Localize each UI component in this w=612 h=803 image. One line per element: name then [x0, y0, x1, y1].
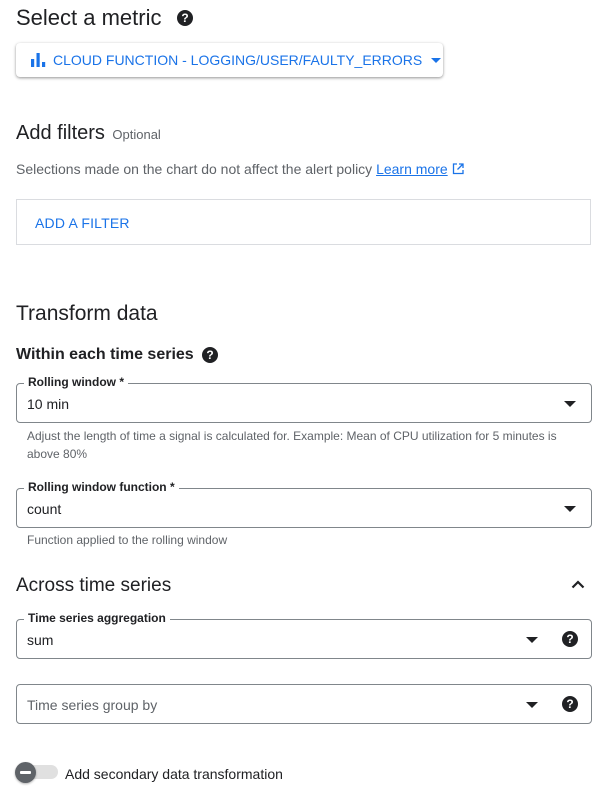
- group-by-placeholder: Time series group by: [27, 697, 158, 713]
- dropdown-arrow-icon: [564, 401, 576, 407]
- bar-chart-icon: [31, 53, 46, 67]
- chevron-down-icon: [431, 57, 442, 63]
- group-by-select[interactable]: Time series group by ?: [16, 684, 592, 724]
- chevron-up-icon[interactable]: [571, 580, 585, 589]
- dropdown-arrow-icon: [526, 637, 538, 643]
- rolling-window-label: Rolling window *: [24, 375, 128, 389]
- external-link-icon: [452, 163, 464, 175]
- within-series-title: Within each time series: [16, 346, 194, 363]
- filter-container: ADD A FILTER: [16, 199, 591, 245]
- rolling-function-value: count: [27, 501, 62, 517]
- rolling-window-value: 10 min: [27, 396, 70, 412]
- filters-description-text: Selections made on the chart do not affe…: [16, 161, 373, 177]
- help-icon[interactable]: ?: [177, 10, 193, 26]
- learn-more-link[interactable]: Learn more: [376, 161, 448, 177]
- metric-section-title: Select a metric: [16, 5, 162, 30]
- secondary-transform-label: Add secondary data transformation: [65, 766, 283, 782]
- secondary-transform-toggle[interactable]: [15, 762, 36, 783]
- select-metric-button[interactable]: CLOUD FUNCTION - LOGGING/USER/FAULTY_ERR…: [16, 43, 443, 77]
- dropdown-arrow-icon: [526, 702, 538, 708]
- rolling-function-label: Rolling window function *: [24, 480, 179, 494]
- filters-description: Selections made on the chart do not affe…: [16, 161, 464, 177]
- rolling-function-hint: Function applied to the rolling window: [27, 533, 228, 547]
- rolling-function-select[interactable]: Rolling window function * count: [16, 480, 592, 528]
- help-icon[interactable]: ?: [562, 631, 578, 647]
- rolling-window-select[interactable]: Rolling window * 10 min: [16, 375, 592, 423]
- aggregation-value: sum: [27, 632, 54, 648]
- across-series-title: Across time series: [16, 575, 172, 596]
- filters-heading: Add filters Optional: [16, 122, 161, 145]
- aggregation-label: Time series aggregation: [24, 611, 170, 625]
- add-filter-button[interactable]: ADD A FILTER: [35, 215, 130, 231]
- selected-metric-label: CLOUD FUNCTION - LOGGING/USER/FAULTY_ERR…: [53, 52, 423, 68]
- transform-section-title: Transform data: [16, 302, 158, 325]
- dropdown-arrow-icon: [564, 506, 576, 512]
- optional-label: Optional: [112, 127, 161, 142]
- aggregation-select[interactable]: Time series aggregation sum ?: [16, 611, 592, 659]
- help-icon[interactable]: ?: [202, 347, 218, 363]
- filters-section-title: Add filters: [16, 122, 105, 144]
- rolling-window-hint: Adjust the length of time a signal is ca…: [27, 429, 557, 461]
- help-icon[interactable]: ?: [562, 696, 578, 712]
